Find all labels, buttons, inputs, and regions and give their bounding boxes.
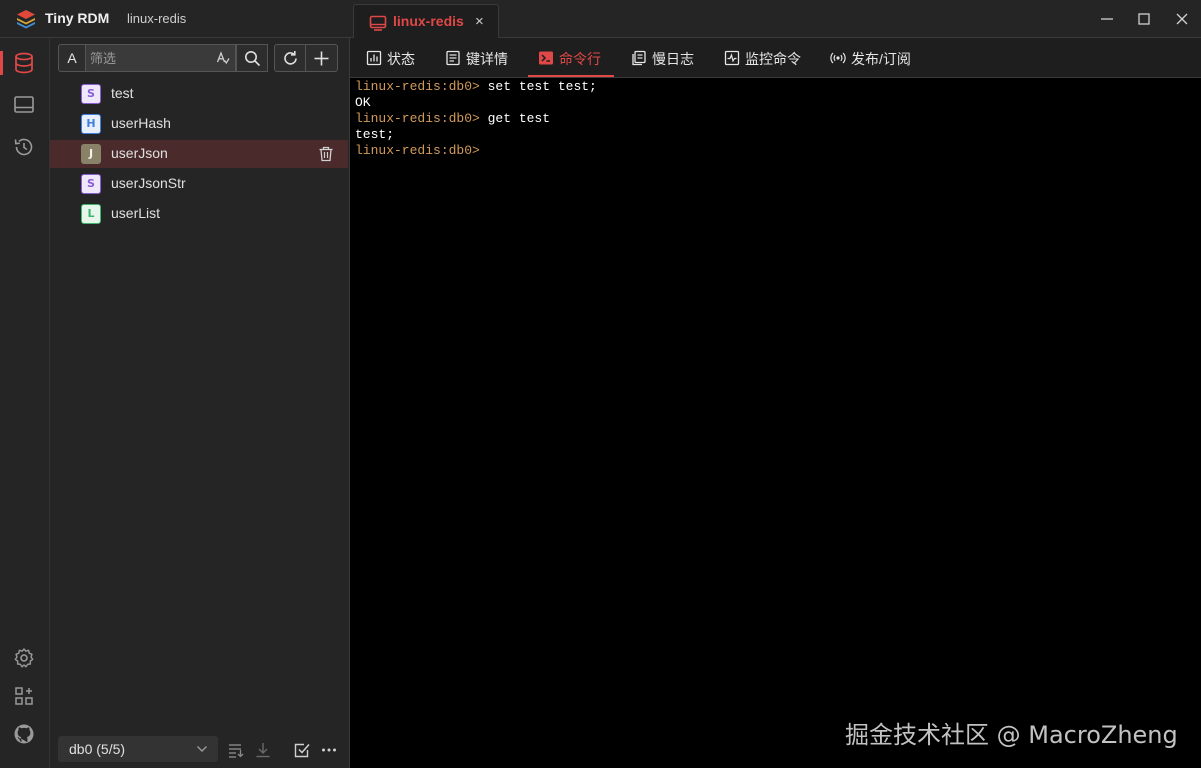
close-tab-icon[interactable]: × xyxy=(475,13,484,30)
key-item-selected[interactable]: J userJson xyxy=(50,140,348,168)
tab-monitor[interactable]: 监控命令 xyxy=(724,38,804,77)
key-name: userList xyxy=(111,205,161,221)
check-square-icon[interactable] xyxy=(293,741,311,759)
terminal-prompt: linux-redis:db0> xyxy=(355,79,488,94)
key-name: userJson xyxy=(111,145,168,161)
close-icon[interactable] xyxy=(1173,10,1191,28)
monitor-icon xyxy=(724,50,740,66)
apps-icon[interactable] xyxy=(12,684,36,708)
key-item[interactable]: L userList xyxy=(50,200,348,228)
terminal-line: linux-redis:db0> get test xyxy=(355,111,1201,127)
key-name: test xyxy=(111,85,134,101)
tab-status[interactable]: 状态 xyxy=(366,38,418,77)
string-type-badge: S xyxy=(81,84,101,104)
content-tabs: 状态 键详情 命令行 慢日志 监控命令 发布/订阅 xyxy=(350,38,1201,78)
app-logo-icon xyxy=(17,10,35,29)
add-icon xyxy=(314,51,329,66)
key-detail-icon xyxy=(446,50,460,66)
key-name: userJsonStr xyxy=(111,175,186,191)
fuzzy-match-icon[interactable] xyxy=(216,51,230,65)
activity-bar xyxy=(0,38,50,768)
database-icon[interactable] xyxy=(12,51,36,75)
filter-input[interactable] xyxy=(86,44,236,72)
terminal-text: get test xyxy=(487,111,551,126)
filter-type-button[interactable]: A xyxy=(58,44,86,72)
refresh-icon xyxy=(284,51,297,65)
watermark: 掘金技术社区 @ MacroZheng xyxy=(845,721,1178,749)
hash-type-badge: H xyxy=(81,114,101,134)
delete-icon[interactable] xyxy=(318,146,334,162)
status-icon xyxy=(366,50,382,66)
key-item[interactable]: S userJsonStr xyxy=(50,170,348,198)
tab-label: 键详情 xyxy=(466,51,508,67)
refresh-button[interactable] xyxy=(274,44,306,72)
terminal-output[interactable]: linux-redis:db0> set test test; OK linux… xyxy=(350,78,1201,768)
tab-label: 慢日志 xyxy=(652,51,694,67)
main-panel: 状态 键详情 命令行 慢日志 监控命令 发布/订阅 linux-redis:db… xyxy=(350,38,1201,768)
window-connection-name: linux-redis xyxy=(127,11,187,26)
maximize-icon[interactable] xyxy=(1135,10,1153,28)
tab-label: 发布/订阅 xyxy=(851,51,911,67)
terminal-icon xyxy=(539,51,553,65)
tab-pub-sub[interactable]: 发布/订阅 xyxy=(830,38,916,77)
terminal-text: test; xyxy=(355,127,395,142)
key-item[interactable]: H userHash xyxy=(50,110,348,138)
tab-key-detail[interactable]: 键详情 xyxy=(445,38,511,77)
title-bar: Tiny RDM linux-redis linux-redis × xyxy=(0,0,1201,39)
active-tab-underline xyxy=(528,75,614,77)
tab-slow-log[interactable]: 慢日志 xyxy=(631,38,697,77)
terminal-text: set test test; xyxy=(487,79,597,94)
terminal-input-line[interactable]: linux-redis:db0> xyxy=(355,143,1201,159)
more-icon[interactable] xyxy=(320,741,338,759)
database-select-value: db0 (5/5) xyxy=(69,741,126,757)
app-name: Tiny RDM xyxy=(45,10,110,26)
history-icon[interactable] xyxy=(12,135,36,159)
settings-icon[interactable] xyxy=(12,646,36,670)
server-icon[interactable] xyxy=(12,93,36,117)
list-type-badge: L xyxy=(81,204,101,224)
terminal-line: linux-redis:db0> set test test; xyxy=(355,79,1201,95)
slow-log-icon xyxy=(632,50,646,66)
json-type-badge: J xyxy=(81,144,101,164)
download-icon[interactable] xyxy=(254,741,272,759)
chevron-down-icon xyxy=(197,746,207,752)
tab-label: 状态 xyxy=(387,51,415,67)
server-icon xyxy=(369,15,387,31)
terminal-prompt: linux-redis:db0> xyxy=(355,111,488,126)
active-indicator xyxy=(0,51,3,75)
tab-label: 监控命令 xyxy=(745,51,801,67)
key-name: userHash xyxy=(111,115,171,131)
terminal-line: OK xyxy=(355,95,1201,111)
terminal-prompt: linux-redis:db0> xyxy=(355,143,488,158)
terminal-line: test; xyxy=(355,127,1201,143)
search-icon xyxy=(245,51,261,67)
github-icon[interactable] xyxy=(12,722,36,746)
broadcast-icon xyxy=(830,52,846,64)
key-sidebar: A S test xyxy=(50,38,350,768)
sidebar-footer: db0 (5/5) xyxy=(50,734,348,768)
string-type-badge: S xyxy=(81,174,101,194)
connection-tab[interactable]: linux-redis × xyxy=(353,4,499,39)
sidebar-toolbar: A xyxy=(58,44,342,72)
tab-command-line[interactable]: 命令行 xyxy=(528,38,614,77)
add-key-button[interactable] xyxy=(306,44,338,72)
search-button[interactable] xyxy=(236,44,268,72)
terminal-text: OK xyxy=(355,95,371,110)
tab-label: 命令行 xyxy=(559,51,601,67)
connection-tab-label: linux-redis xyxy=(393,13,464,29)
minimize-icon[interactable] xyxy=(1098,10,1116,28)
filter-list-icon[interactable] xyxy=(227,741,245,759)
key-item[interactable]: S test xyxy=(50,80,348,108)
database-select[interactable]: db0 (5/5) xyxy=(58,736,218,762)
